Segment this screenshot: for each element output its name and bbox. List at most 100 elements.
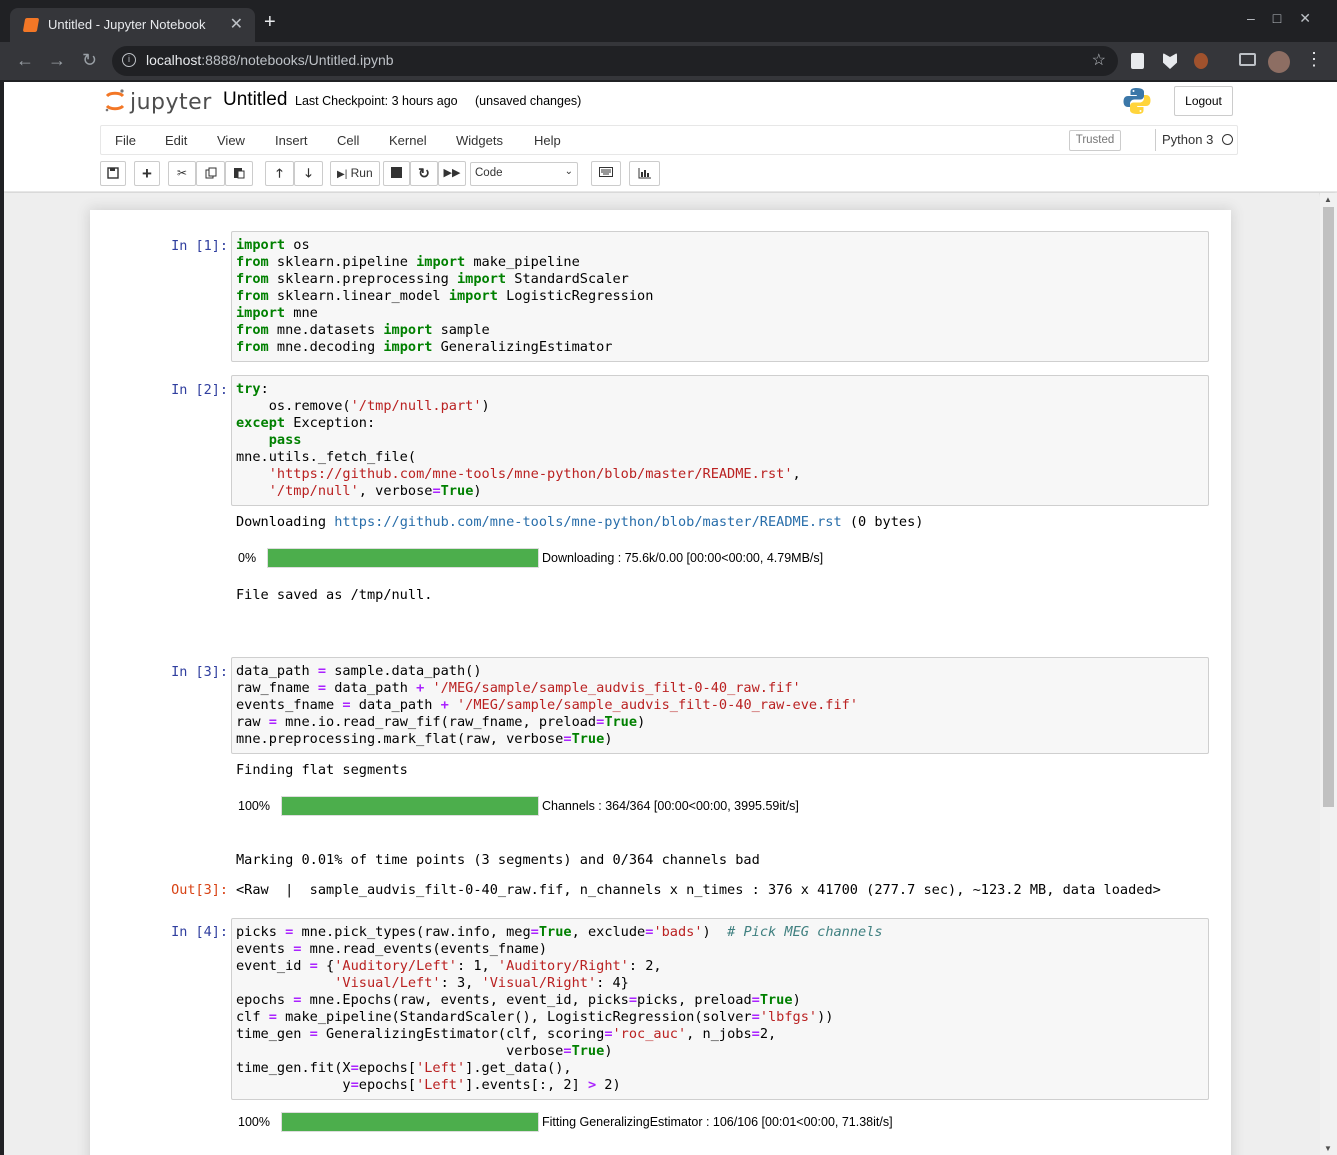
progress-fill [282, 1113, 538, 1131]
shield-extension-icon[interactable] [1163, 53, 1177, 69]
progress-percent: 0% [238, 551, 257, 565]
command-palette-button[interactable] [591, 161, 621, 186]
kernel-name: Python 3 [1155, 129, 1213, 151]
progress-bar [267, 548, 539, 568]
output-marking: Marking 0.01% of time points (3 segments… [236, 852, 760, 868]
run-button[interactable]: ▶| Run [330, 161, 380, 186]
cell-code[interactable]: import os from sklearn.pipeline import m… [232, 232, 1208, 361]
cell-prompt: In [1]: [171, 238, 228, 254]
insert-cell-button[interactable]: + [134, 161, 160, 186]
cell-code[interactable]: picks = mne.pick_types(raw.info, meg=Tru… [232, 919, 1208, 1099]
scrollbar-thumb[interactable] [1323, 207, 1334, 807]
menu-kernel[interactable]: Kernel [389, 133, 427, 148]
cell-prompt: In [2]: [171, 382, 228, 398]
cookie-extension-icon[interactable] [1194, 53, 1208, 69]
address-bar[interactable]: i localhost:8888/notebooks/Untitled.ipyn… [112, 46, 1118, 76]
menu-cell[interactable]: Cell [337, 133, 359, 148]
jupyter-logo-icon [105, 89, 125, 112]
fast-forward-icon: ▶▶ [443, 167, 461, 179]
document-extension-icon[interactable] [1131, 53, 1144, 69]
stop-icon [391, 167, 402, 178]
progress-text: Downloading : 75.6k/0.00 [00:00<00:00, 4… [542, 551, 824, 565]
interrupt-button[interactable] [383, 161, 410, 186]
cast-icon[interactable] [1239, 53, 1256, 66]
python-logo-icon [1123, 88, 1151, 114]
menu-insert[interactable]: Insert [275, 133, 308, 148]
scissors-icon: ✂ [176, 166, 188, 180]
menu-bar: File Edit View Insert Cell Kernel Widget… [100, 125, 1238, 155]
menu-widgets[interactable]: Widgets [456, 133, 503, 148]
notebook-container: In [1]: import os from sklearn.pipeline … [90, 210, 1231, 1155]
bookmark-star-icon[interactable]: ☆ [1092, 50, 1106, 70]
output-file-saved: File saved as /tmp/null. [236, 587, 433, 603]
cell-code[interactable]: data_path = sample.data_path() raw_fname… [232, 658, 1208, 753]
jupyter-header: jupyter Untitled Last Checkpoint: 3 hour… [4, 82, 1337, 192]
run-label: Run [350, 166, 373, 180]
new-tab-button[interactable]: + [264, 12, 276, 32]
scroll-up-icon[interactable]: ▲ [1324, 195, 1332, 204]
code-cell-3[interactable]: data_path = sample.data_path() raw_fname… [231, 657, 1209, 754]
reload-icon[interactable]: ↻ [82, 50, 97, 70]
code-cell-4[interactable]: picks = mne.pick_types(raw.info, meg=Tru… [231, 918, 1209, 1100]
scroll-down-icon[interactable]: ▼ [1324, 1144, 1332, 1153]
browser-tab[interactable]: Untitled - Jupyter Notebook ✕ [10, 8, 255, 42]
browser-window: Untitled - Jupyter Notebook ✕ + –□✕ ← → … [0, 0, 1337, 1155]
download-progress: 0% Downloading : 75.6k/0.00 [00:00<00:00… [236, 548, 936, 568]
profile-avatar[interactable] [1268, 51, 1290, 73]
logout-button[interactable]: Logout [1174, 86, 1233, 116]
restart-kernel-button[interactable]: ↻ [410, 161, 438, 186]
notebook-area: In [1]: import os from sklearn.pipeline … [4, 193, 1319, 1155]
code-cell-2[interactable]: try: os.remove('/tmp/null.part') except … [231, 375, 1209, 506]
kernel-idle-icon [1222, 134, 1233, 145]
code-token: os [285, 237, 310, 253]
trusted-indicator[interactable]: Trusted [1069, 130, 1121, 151]
output-result: <Raw | sample_audvis_filt-0-40_raw.fif, … [236, 882, 1161, 898]
output-finding: Finding flat segments [236, 762, 408, 778]
output-downloading: Downloading https://github.com/mne-tools… [236, 514, 924, 530]
readme-link[interactable]: https://github.com/mne-tools/mne-python/… [334, 514, 841, 530]
paste-button[interactable] [225, 161, 253, 186]
code-cell-1[interactable]: import os from sklearn.pipeline import m… [231, 231, 1209, 362]
vertical-scrollbar[interactable]: ▲ ▼ [1320, 193, 1337, 1155]
save-button[interactable] [100, 161, 126, 186]
jupyter-page: jupyter Untitled Last Checkpoint: 3 hour… [4, 82, 1337, 1155]
restart-icon: ↻ [418, 165, 430, 181]
cut-button[interactable]: ✂ [168, 161, 196, 186]
progress-text: Fitting GeneralizingEstimator : 106/106 … [542, 1115, 893, 1129]
move-down-button[interactable]: 🡓 [294, 161, 323, 186]
progress-fill [282, 797, 538, 815]
progress-percent: 100% [238, 799, 270, 813]
close-tab-icon[interactable]: ✕ [230, 14, 243, 34]
progress-bar [281, 796, 539, 816]
restart-run-all-button[interactable]: ▶▶ [438, 161, 466, 186]
browser-toolbar: ← → ↻ i localhost:8888/notebooks/Untitle… [0, 42, 1337, 80]
menu-file[interactable]: File [115, 133, 136, 148]
notebook-name[interactable]: Untitled [223, 89, 287, 111]
cell-type-value: Code [475, 167, 503, 179]
menu-view[interactable]: View [217, 133, 245, 148]
chart-button[interactable] [629, 161, 660, 186]
browser-menu-icon[interactable]: ⋮ [1305, 49, 1323, 69]
menu-help[interactable]: Help [534, 133, 561, 148]
copy-icon [205, 167, 216, 179]
checkpoint-status: Last Checkpoint: 3 hours ago [295, 94, 458, 108]
plus-icon: + [142, 164, 152, 183]
menu-edit[interactable]: Edit [165, 133, 187, 148]
cell-code[interactable]: try: os.remove('/tmp/null.part') except … [232, 376, 1208, 505]
paste-icon [234, 168, 245, 179]
move-up-button[interactable]: 🡑 [265, 161, 294, 186]
progress-percent: 100% [238, 1115, 270, 1129]
copy-button[interactable] [196, 161, 225, 186]
bar-chart-icon [638, 168, 651, 179]
step-forward-icon: ▶| [337, 169, 348, 180]
window-controls[interactable]: –□✕ [1247, 10, 1329, 27]
url-text[interactable]: localhost:8888/notebooks/Untitled.ipynb [146, 52, 394, 68]
cell-type-select[interactable]: Code ⌄ [470, 162, 578, 186]
site-info-icon[interactable]: i [122, 53, 136, 67]
back-icon[interactable]: ← [16, 50, 34, 70]
tab-title: Untitled - Jupyter Notebook [48, 17, 206, 32]
progress-fill [268, 549, 538, 567]
keyword-import: import [236, 237, 286, 253]
output-prompt: Out[3]: [171, 882, 228, 898]
forward-icon[interactable]: → [48, 50, 66, 70]
